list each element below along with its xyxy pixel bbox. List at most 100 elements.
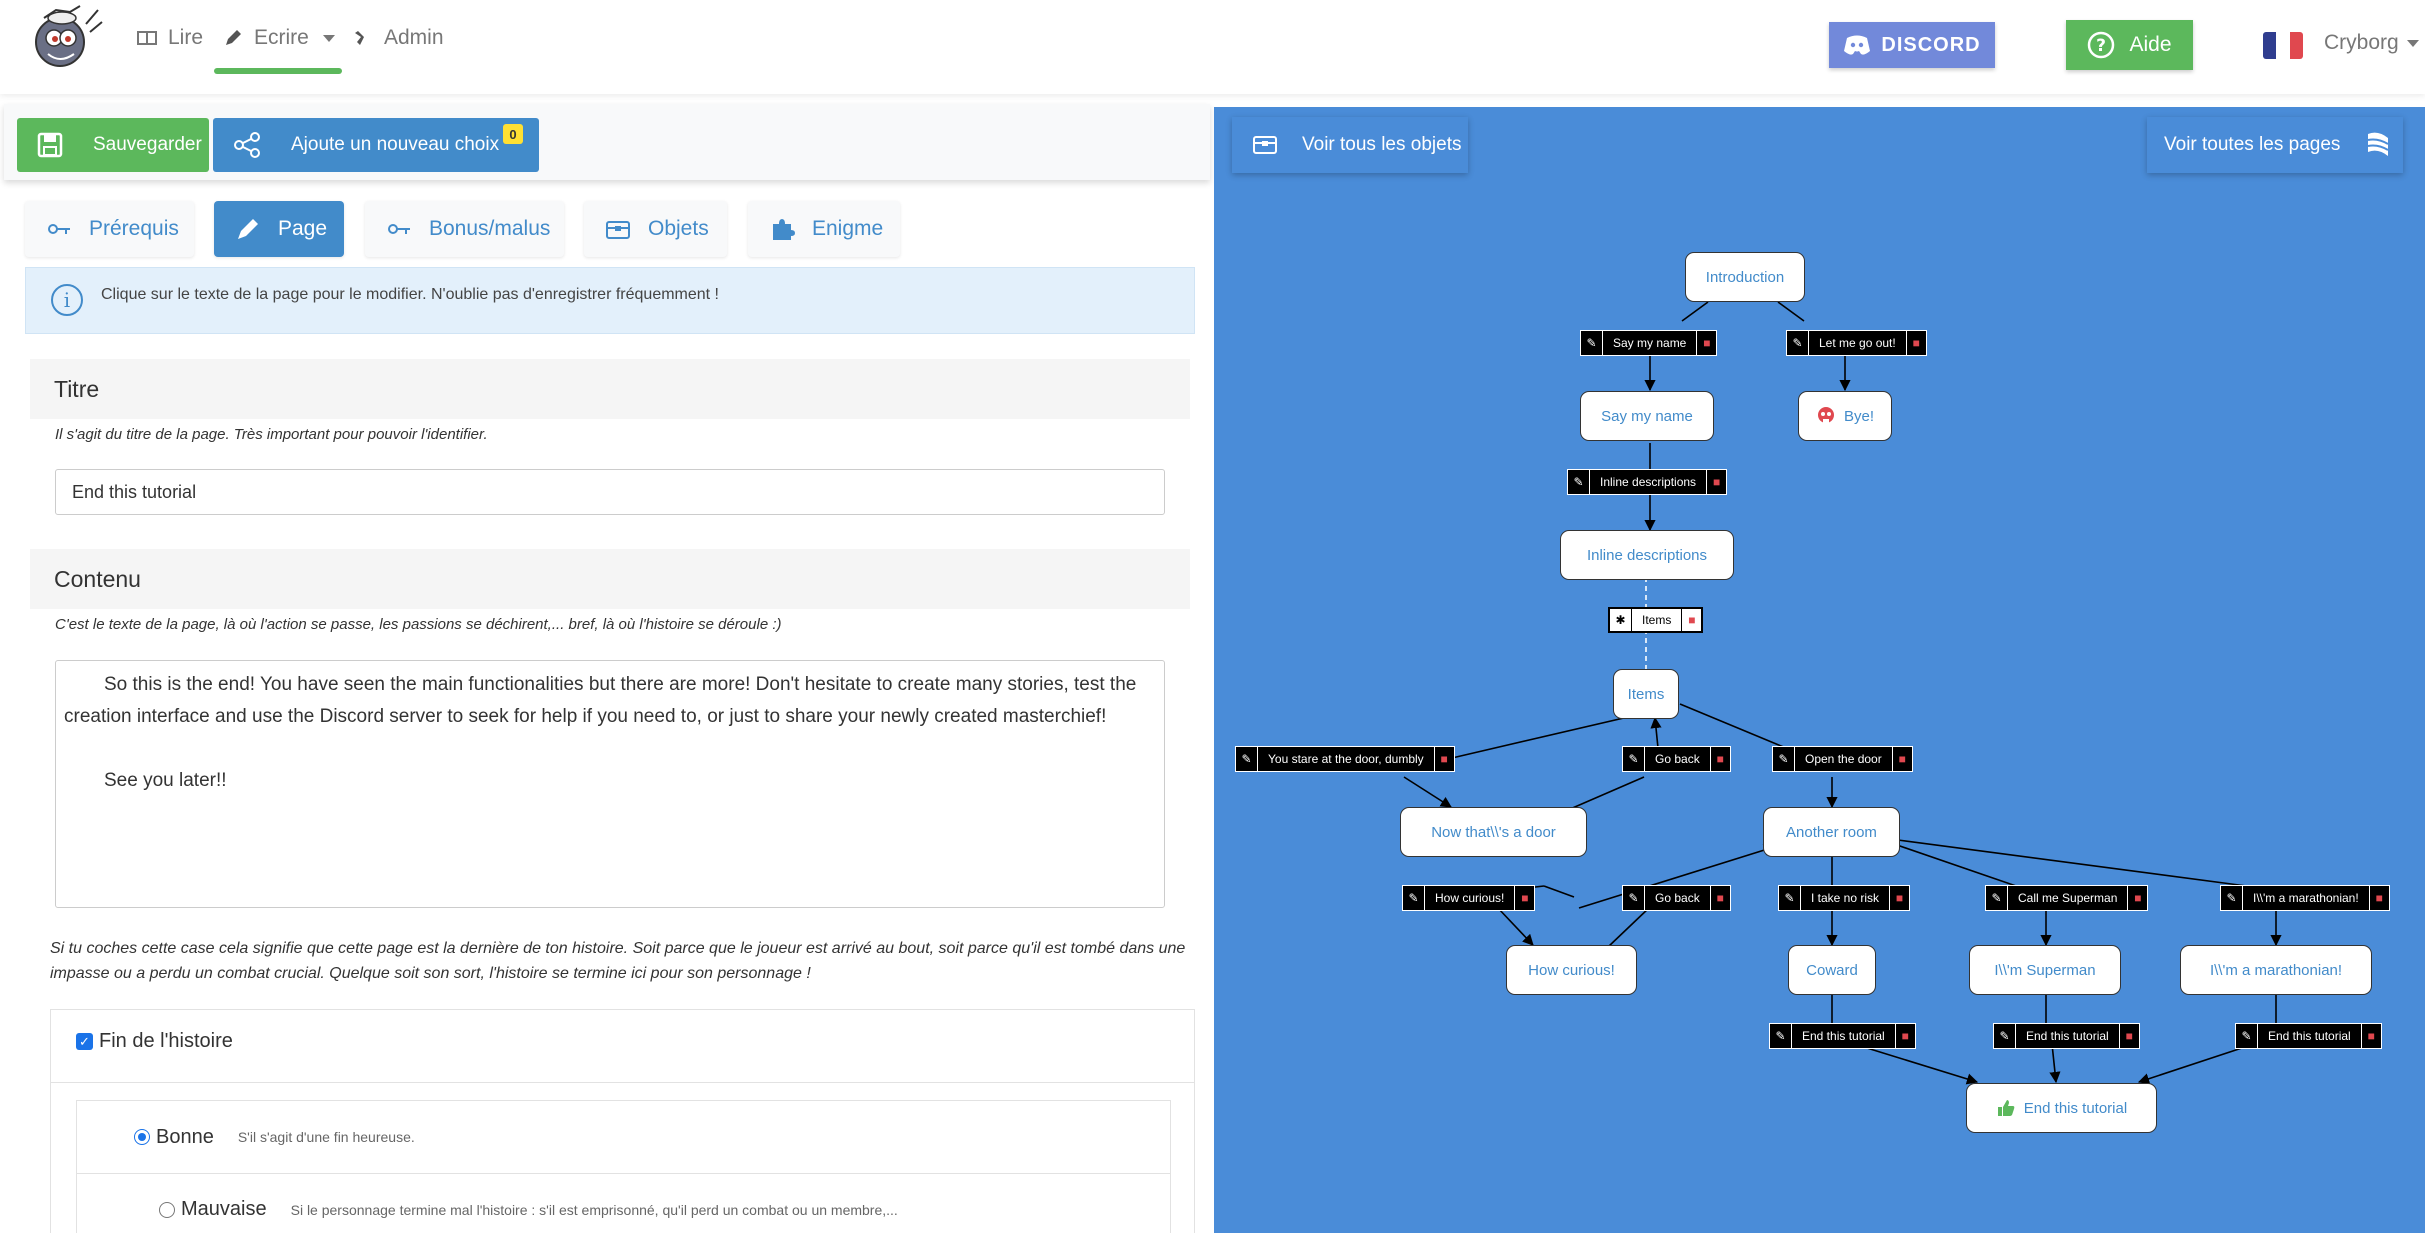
pen-icon[interactable]: ✎: [2236, 1024, 2258, 1048]
tab-page[interactable]: Page: [214, 201, 344, 257]
nav-ecrire[interactable]: Ecrire: [222, 26, 335, 50]
node-label: Another room: [1786, 823, 1877, 841]
story-graph-panel[interactable]: Voir tous les objets Voir toutes les pag…: [1214, 107, 2425, 1233]
pen-icon[interactable]: ✎: [1623, 747, 1645, 771]
tab-enigme[interactable]: Enigme: [748, 201, 900, 257]
graph-node-another-room[interactable]: Another room: [1763, 807, 1900, 857]
tab-objets[interactable]: Objets: [584, 201, 727, 257]
edge-label-say-my-name[interactable]: ✎ Say my name ■: [1580, 330, 1718, 356]
view-all-pages-button[interactable]: Voir toutes les pages: [2147, 117, 2403, 173]
ending-option-bonne[interactable]: Bonne S'il s'agit d'une fin heureuse.: [77, 1101, 1170, 1173]
graph-node-superman[interactable]: I\\'m Superman: [1969, 945, 2121, 995]
pen-icon[interactable]: ✎: [1581, 331, 1603, 355]
discord-button[interactable]: DISCORD: [1829, 22, 1995, 68]
graph-node-how-curious[interactable]: How curious!: [1506, 945, 1637, 995]
trash-icon[interactable]: ■: [1433, 747, 1454, 771]
trash-icon[interactable]: ■: [1891, 747, 1912, 771]
edge-label-marathonian[interactable]: ✎ I\\'m a marathonian! ■: [2220, 885, 2390, 911]
radio-button[interactable]: [159, 1201, 175, 1218]
node-label: Inline descriptions: [1586, 546, 1708, 564]
site-logo[interactable]: [30, 4, 104, 72]
pen-icon[interactable]: ✎: [1623, 886, 1645, 910]
trash-icon[interactable]: ■: [1681, 609, 1701, 631]
pen-icon[interactable]: ✎: [1779, 886, 1801, 910]
trash-icon[interactable]: ■: [1709, 886, 1730, 910]
edge-label-end-1[interactable]: ✎ End this tutorial ■: [1769, 1023, 1916, 1049]
trash-icon[interactable]: ■: [1905, 331, 1926, 355]
graph-node-introduction[interactable]: Introduction: [1685, 252, 1805, 302]
help-button[interactable]: ? Aide: [2066, 20, 2193, 70]
nav-lire[interactable]: Lire: [136, 26, 203, 50]
trash-icon[interactable]: ■: [2118, 1024, 2139, 1048]
choice-count-badge: 0: [503, 124, 523, 144]
graph-node-say-my-name[interactable]: Say my name: [1580, 391, 1714, 441]
title-section-heading: Titre: [30, 359, 1190, 419]
graph-node-inline-descriptions[interactable]: Inline descriptions: [1560, 530, 1734, 580]
edge-label-no-risk[interactable]: ✎ I take no risk ■: [1778, 885, 1911, 911]
graph-node-items[interactable]: Items: [1613, 669, 1679, 719]
trash-icon[interactable]: ■: [1889, 886, 1909, 910]
pen-icon[interactable]: ✎: [1770, 1024, 1792, 1048]
graph-edges: [1403, 301, 2282, 1085]
nav-ecrire-label: Ecrire: [254, 26, 309, 49]
pen-icon[interactable]: ✎: [1236, 747, 1258, 771]
nav-lire-label: Lire: [168, 26, 204, 49]
add-choice-button[interactable]: Ajoute un nouveau choix 0: [213, 118, 539, 172]
tab-prerequis[interactable]: Prérequis: [25, 201, 194, 257]
puzzle-icon[interactable]: ✱: [1610, 609, 1632, 631]
tab-bonus-malus[interactable]: Bonus/malus: [365, 201, 564, 257]
node-label: How curious!: [1528, 961, 1615, 979]
pen-icon[interactable]: ✎: [1787, 331, 1809, 355]
graph-node-marathonian[interactable]: I\\'m a marathonian!: [2180, 945, 2372, 995]
edge-label-go-back-2[interactable]: ✎ Go back ■: [1622, 885, 1731, 911]
edge-label-items[interactable]: ✱ Items ■: [1608, 607, 1704, 633]
edge-label-how-curious[interactable]: ✎ How curious! ■: [1402, 885, 1536, 911]
pen-icon[interactable]: ✎: [1986, 886, 2008, 910]
node-label: I\\'m a marathonian!: [2209, 961, 2343, 979]
trash-icon[interactable]: ■: [1706, 470, 1726, 494]
trash-icon[interactable]: ■: [2360, 1024, 2381, 1048]
edge-label-open-door[interactable]: ✎ Open the door ■: [1772, 746, 1913, 772]
wrench-icon: [355, 31, 364, 45]
edge-label-stare-door[interactable]: ✎ You stare at the door, dumbly ■: [1235, 746, 1455, 772]
trash-icon[interactable]: ■: [1894, 1024, 1915, 1048]
pen-icon: [238, 219, 258, 239]
title-help-text: Il s'agit du titre de la page. Très impo…: [55, 426, 488, 443]
edge-label-end-3[interactable]: ✎ End this tutorial ■: [2235, 1023, 2382, 1049]
edge-label-go-back[interactable]: ✎ Go back ■: [1622, 746, 1731, 772]
trash-icon[interactable]: ■: [1696, 331, 1716, 355]
pen-icon[interactable]: ✎: [1403, 886, 1425, 910]
graph-node-end-this-tutorial[interactable]: End this tutorial: [1966, 1083, 2157, 1133]
node-label: Now that\\'s a door: [1431, 823, 1556, 841]
view-all-objects-button[interactable]: Voir tous les objets: [1232, 117, 1468, 173]
edge-label-call-superman[interactable]: ✎ Call me Superman ■: [1985, 885, 2149, 911]
nav-admin[interactable]: Admin: [352, 26, 444, 50]
checkmark-icon[interactable]: ✓: [76, 1033, 93, 1050]
trash-icon[interactable]: ■: [1709, 747, 1730, 771]
pen-icon[interactable]: ✎: [1994, 1024, 2016, 1048]
content-editor[interactable]: So this is the end! You have seen the ma…: [55, 660, 1165, 908]
edge-label-let-me-go-out[interactable]: ✎ Let me go out! ■: [1786, 330, 1927, 356]
pen-icon[interactable]: ✎: [2221, 886, 2243, 910]
skull-icon: [1817, 407, 1834, 423]
help-label: Aide: [2129, 33, 2172, 56]
graph-node-bye[interactable]: Bye!: [1798, 391, 1892, 441]
french-flag-icon[interactable]: [2263, 32, 2303, 59]
user-menu[interactable]: Cryborg: [2324, 31, 2419, 55]
trash-icon[interactable]: ■: [2127, 886, 2147, 910]
edge-label-text: Items: [1642, 613, 1672, 627]
graph-node-coward[interactable]: Coward: [1788, 945, 1876, 995]
graph-node-now-that-s-a-door[interactable]: Now that\\'s a door: [1400, 807, 1587, 857]
ending-option-mauvaise[interactable]: Mauvaise Si le personnage termine mal l'…: [77, 1173, 1170, 1233]
save-button[interactable]: Sauvegarder: [17, 118, 209, 172]
option-description: S'il s'agit d'une fin heureuse.: [237, 1129, 415, 1145]
title-input[interactable]: End this tutorial: [55, 469, 1165, 515]
trash-icon[interactable]: ■: [2368, 886, 2389, 910]
radio-button[interactable]: [134, 1129, 150, 1145]
edge-label-end-2[interactable]: ✎ End this tutorial ■: [1993, 1023, 2140, 1049]
trash-icon[interactable]: ■: [1514, 886, 1534, 910]
edge-label-inline-descriptions[interactable]: ✎ Inline descriptions ■: [1567, 469, 1728, 495]
pen-icon[interactable]: ✎: [1773, 747, 1795, 771]
end-of-story-checkbox[interactable]: ✓ Fin de l'histoire: [76, 1030, 233, 1053]
pen-icon[interactable]: ✎: [1568, 470, 1590, 494]
